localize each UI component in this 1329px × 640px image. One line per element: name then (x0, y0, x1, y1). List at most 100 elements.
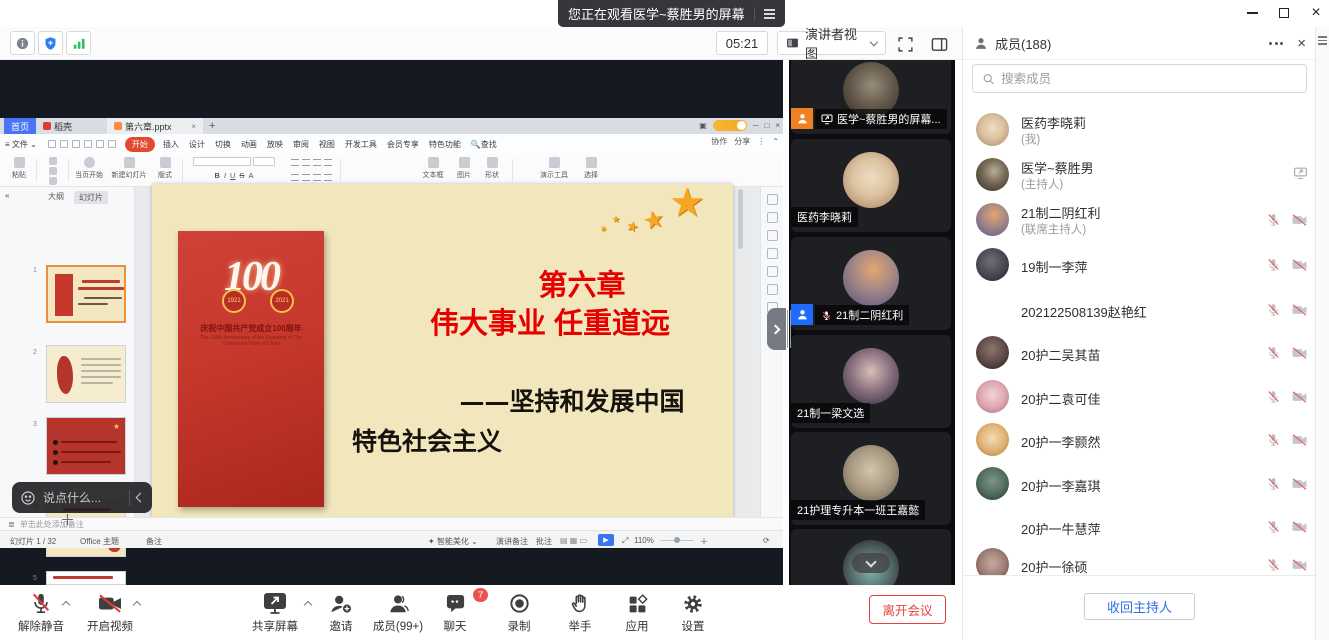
menu-file[interactable]: ≡ 文件 ⌄ (0, 139, 42, 150)
maximize-button[interactable] (1269, 0, 1299, 26)
underline-button[interactable]: U (230, 171, 235, 180)
collab-button[interactable]: 协作 (711, 136, 727, 147)
refresh-icon[interactable]: ⟳ (763, 536, 770, 545)
more-options-icon[interactable] (1269, 42, 1283, 45)
menu-vip[interactable]: 会员专享 (382, 139, 424, 150)
notes-bar[interactable]: ≣ 单击此处添加备注 (0, 517, 783, 530)
picture-button[interactable]: 图片 (452, 157, 476, 180)
menu-search[interactable]: 🔍查找 (466, 139, 502, 150)
network-button[interactable] (66, 31, 91, 55)
strikethrough-button[interactable]: S (239, 171, 244, 180)
emoji-icon[interactable] (20, 490, 36, 506)
camera-off-icon[interactable] (1291, 390, 1308, 404)
share-options-chevron[interactable] (304, 601, 312, 609)
fullscreen-button[interactable] (897, 36, 914, 56)
collapse-chat-icon[interactable] (136, 493, 146, 503)
mic-muted-icon[interactable] (1266, 557, 1281, 572)
member-search-box[interactable] (972, 64, 1307, 93)
member-row[interactable]: 20护一李嘉琪 (963, 462, 1316, 506)
slide-thumbnail-5[interactable] (46, 571, 126, 585)
tool-icon[interactable] (767, 248, 778, 259)
drag-grip[interactable] (790, 310, 791, 348)
tool-icon[interactable] (767, 194, 778, 205)
wps-tab-document[interactable]: 第六章.pptx× (107, 118, 203, 134)
video-tile[interactable]: 21制一梁文选 (791, 335, 951, 428)
camera-off-icon[interactable] (1291, 346, 1308, 360)
member-row[interactable]: 20护一李颢然 (963, 418, 1316, 462)
font-controls[interactable]: B I U S A (188, 157, 280, 180)
video-tile-sharer[interactable]: 医学~蔡胜男的屏幕... (791, 60, 951, 134)
menu-design[interactable]: 设计 (184, 139, 210, 150)
settings-button[interactable]: 设置 (670, 589, 716, 634)
view-mode-icons[interactable]: ▤ ▦ ▭ (560, 536, 587, 545)
scroll-down-button[interactable] (852, 553, 890, 573)
sidebar-toggle-button[interactable] (931, 37, 948, 55)
member-row[interactable]: 21制二阴红利 (联席主持人) (963, 198, 1316, 242)
drag-grip[interactable] (787, 310, 788, 348)
leave-meeting-button[interactable]: 离开会议 (869, 595, 946, 624)
wps-tab-home[interactable]: 首页 (4, 118, 36, 134)
wps-close-icon[interactable]: × (775, 121, 780, 130)
tool-icon[interactable] (767, 284, 778, 295)
unmute-button[interactable]: 解除静音 (11, 589, 71, 634)
mic-muted-icon[interactable] (1266, 389, 1281, 404)
camera-off-icon[interactable] (1291, 520, 1308, 534)
share-button[interactable]: 分享 (734, 136, 750, 147)
camera-off-icon[interactable] (1291, 213, 1308, 227)
chat-input-placeholder[interactable]: 说点什么... (43, 489, 122, 506)
presentation-tools-button[interactable]: 演示工具 (535, 157, 573, 180)
start-video-button[interactable]: 开启视频 (81, 589, 139, 634)
split-view-icon[interactable]: ▣ (699, 121, 707, 130)
mic-muted-icon[interactable] (1266, 519, 1281, 534)
video-strip-collapse-handle[interactable] (767, 308, 786, 350)
italic-button[interactable]: I (224, 171, 226, 180)
slideshow-play-button[interactable]: ▶ (598, 534, 614, 546)
member-row[interactable]: 医学~蔡胜男 (主持人) (963, 153, 1316, 197)
member-row[interactable]: 医药李晓莉 (我) (963, 108, 1316, 152)
quick-access-toolbar[interactable] (42, 140, 122, 148)
camera-off-icon[interactable] (1291, 558, 1308, 572)
video-tile[interactable] (791, 529, 951, 585)
more-icon[interactable]: ⋮ (757, 137, 765, 146)
select-button[interactable]: 选择 (578, 157, 604, 180)
canvas-scrollbar[interactable] (738, 189, 743, 249)
slide-thumbnail-1[interactable] (46, 265, 126, 323)
notes-toggle[interactable]: 备注 (146, 536, 162, 547)
slide-thumbnail-2[interactable] (46, 345, 126, 403)
camera-off-icon[interactable] (1291, 477, 1308, 491)
camera-off-icon[interactable] (1291, 303, 1308, 317)
video-tile[interactable]: 21制二阴红利 (791, 237, 951, 330)
slide-thumbnail-3[interactable]: ★ (46, 417, 126, 475)
banner-menu-icon[interactable] (764, 9, 775, 19)
menu-start[interactable]: 开始 (125, 137, 155, 152)
menu-animation[interactable]: 动画 (236, 139, 262, 150)
video-tile[interactable]: 医药李晓莉 (791, 139, 951, 232)
record-button[interactable]: 录制 (496, 589, 542, 634)
tab-close-icon[interactable]: × (191, 122, 196, 131)
collapse-panel-icon[interactable]: « (5, 191, 9, 200)
tool-icon[interactable] (767, 230, 778, 241)
mic-muted-icon[interactable] (1266, 302, 1281, 317)
share-screen-button[interactable]: 共享屏幕 (246, 589, 304, 634)
menu-view[interactable]: 视图 (314, 139, 340, 150)
menu-slideshow[interactable]: 放映 (262, 139, 288, 150)
security-button[interactable] (38, 31, 63, 55)
chat-button[interactable]: 7 聊天 (432, 589, 478, 634)
font-color-button[interactable]: A (248, 171, 253, 180)
paste-button[interactable]: 粘贴 (6, 157, 32, 180)
speaker-notes-button[interactable]: 演讲备注 (496, 536, 528, 547)
chat-quick-input[interactable]: 说点什么... (12, 482, 152, 513)
wps-restore-icon[interactable]: □ (764, 121, 769, 130)
layout-button[interactable]: 版式 (152, 157, 178, 180)
mic-muted-icon[interactable] (1266, 432, 1281, 447)
bold-button[interactable]: B (215, 171, 220, 180)
member-row[interactable]: 19制一李萍 (963, 243, 1316, 287)
member-row[interactable]: 20护二吴其苗 (963, 331, 1316, 375)
camera-off-icon[interactable] (1291, 433, 1308, 447)
tool-icon[interactable] (767, 266, 778, 277)
zoom-in-icon[interactable]: ＋ (700, 536, 708, 547)
members-button[interactable]: 成员(99+) (369, 589, 427, 634)
menu-review[interactable]: 审阅 (288, 139, 314, 150)
mic-muted-icon[interactable] (1266, 476, 1281, 491)
apps-button[interactable]: 应用 (614, 589, 660, 634)
